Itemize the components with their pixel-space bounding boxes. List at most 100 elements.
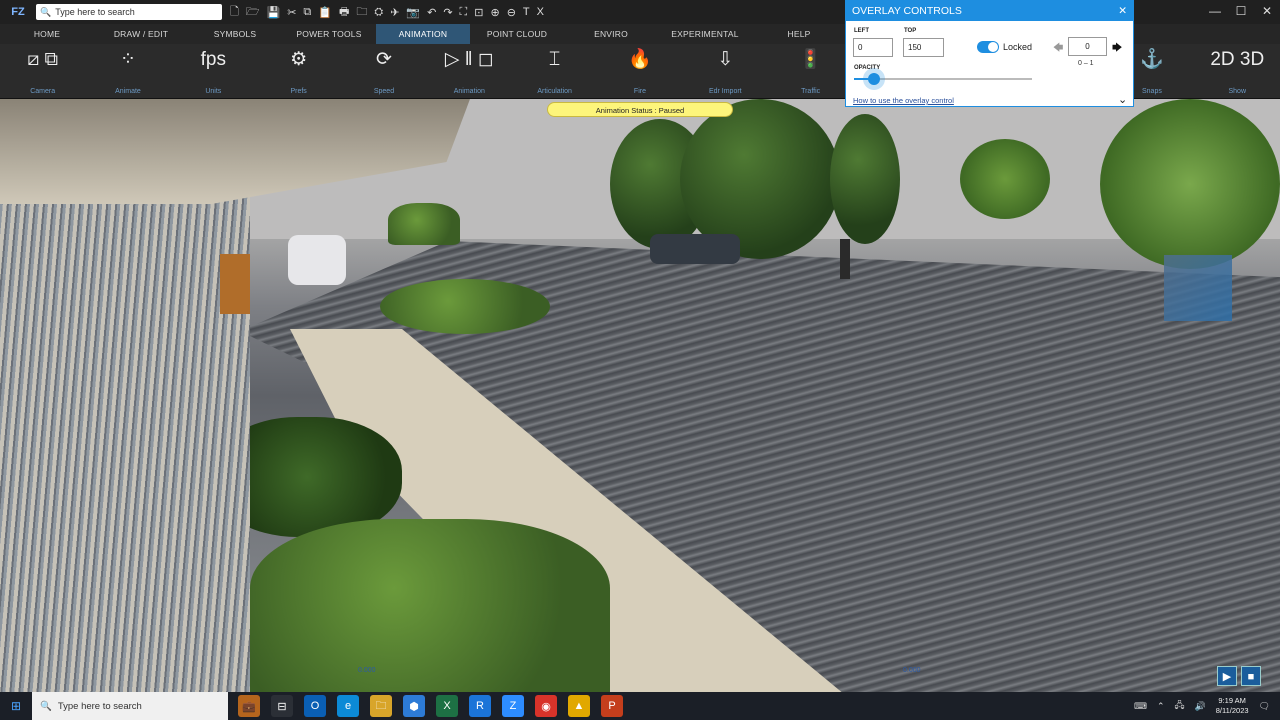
left-input[interactable]: 0 (853, 38, 893, 57)
ribbon-group-traffic[interactable]: 🚦 Traffic (768, 44, 853, 98)
arrow-left-icon[interactable]: 🡄 (1053, 41, 1063, 58)
tab-power-tools[interactable]: POWER TOOLS (282, 24, 376, 44)
quick-access-icon[interactable]: 📷 (406, 6, 420, 19)
ribbon-group-label: Units (205, 88, 222, 95)
traffic-icon: 🚦 (798, 49, 823, 70)
overlay-close-icon[interactable]: ✕ (1118, 5, 1127, 17)
stop-icon[interactable]: ■ (1241, 666, 1261, 686)
maximize-button[interactable]: ☐ (1228, 0, 1254, 24)
tab-draw-edit[interactable]: DRAW / EDIT (94, 24, 188, 44)
taskbar-app-icon[interactable]: X (436, 695, 458, 717)
minimize-button[interactable]: — (1202, 0, 1228, 24)
taskbar-search-placeholder: Type here to search (57, 700, 142, 712)
title-search-input[interactable]: 🔍 Type here to search (36, 4, 222, 20)
window-controls: — ☐ ✕ (1202, 0, 1280, 24)
quick-access-icon[interactable]: ⊖ (507, 6, 516, 19)
rotation-input[interactable]: 0 (1068, 37, 1107, 56)
taskbar-app-icon[interactable]: Z (502, 695, 524, 717)
taskbar-app-icon[interactable]: R (469, 695, 491, 717)
taskbar-app-icon[interactable]: ◉ (535, 695, 557, 717)
quick-access-icon[interactable]: ⛭ (374, 6, 383, 19)
taskbar-app-icon[interactable]: 💼 (238, 695, 260, 717)
ribbon-group-units[interactable]: fps Units (171, 44, 256, 98)
tab-help[interactable]: HELP (752, 24, 846, 44)
tab-animation[interactable]: ANIMATION (376, 24, 470, 44)
taskbar-app-icon[interactable]: e (337, 695, 359, 717)
app-logo[interactable]: FZ (0, 0, 36, 24)
overlay-header: OVERLAY CONTROLS ✕ (846, 1, 1133, 21)
quick-access-icon[interactable]: 📋 (318, 6, 332, 19)
tab-home[interactable]: HOME (0, 24, 94, 44)
taskbar-app-icon[interactable]: 🗀 (370, 695, 392, 717)
playback-controls: ▶ ■ (1217, 666, 1261, 686)
quick-access-icon[interactable]: ✈ (390, 6, 399, 19)
quick-access-icon[interactable]: ↶ (427, 6, 436, 19)
tab-enviro[interactable]: ENVIRO (564, 24, 658, 44)
ribbon-group-label: Camera (30, 88, 56, 95)
quick-access-icon[interactable]: ⧉ (303, 6, 311, 19)
quick-access-icon[interactable]: 🗁 (246, 3, 260, 22)
ribbon-group-animate[interactable]: ⁘ Animate (85, 44, 170, 98)
quick-access-icon[interactable]: ⊡ (474, 6, 483, 19)
ribbon-group-speed[interactable]: ⟳ Speed (341, 44, 426, 98)
arrow-right-icon[interactable]: 🡆 (1112, 41, 1122, 58)
quick-access-icon[interactable]: ⛶ (460, 6, 468, 19)
tab-experimental[interactable]: EXPERIMENTAL (658, 24, 752, 44)
notification-icon[interactable]: 🗨 (1259, 701, 1270, 712)
ribbon-group-fire[interactable]: 🔥 Fire (597, 44, 682, 98)
top-input[interactable]: 150 (903, 38, 944, 57)
taskbar-app-icon[interactable]: ▲ (568, 695, 590, 717)
quick-access-icon[interactable]: 💾 (267, 6, 281, 19)
chevron-up-icon[interactable]: ⌃ (1157, 701, 1165, 712)
quick-access-icon[interactable]: ↷ (443, 6, 452, 19)
search-placeholder: Type here to search (55, 7, 135, 17)
quick-access-icon[interactable]: X (537, 6, 544, 18)
ribbon-group-show[interactable]: 2D 3D Show (1195, 44, 1280, 98)
tab-symbols[interactable]: SYMBOLS (188, 24, 282, 44)
quick-access-icon[interactable]: 🗀 (356, 3, 367, 22)
taskbar-app-icon[interactable]: P (601, 695, 623, 717)
quick-access-icon[interactable]: ✂ (287, 6, 296, 19)
overlay-title: OVERLAY CONTROLS (852, 5, 962, 17)
quick-access-icon[interactable]: T (523, 6, 530, 18)
quick-access-icon[interactable]: ⊕ (490, 6, 499, 19)
ribbon-group-articulation[interactable]: ⌶ Articulation (512, 44, 597, 98)
chevron-down-icon[interactable]: ⌄ (1118, 93, 1127, 106)
camera-icon: ⧄ ⧉ (27, 49, 59, 70)
keyboard-icon[interactable]: ⌨ (1134, 701, 1147, 712)
coordinate-readout: 0.000 (358, 667, 376, 674)
locked-toggle[interactable] (977, 41, 999, 53)
ribbon-group-prefs[interactable]: ⚙ Prefs (256, 44, 341, 98)
windows-start-icon[interactable]: ⊞ (0, 699, 32, 713)
quick-access-icon[interactable]: 🗋 (230, 3, 239, 22)
fire-icon: 🔥 (628, 49, 652, 70)
taskbar-app-icon[interactable]: ⬢ (403, 695, 425, 717)
opacity-slider-thumb[interactable] (867, 73, 880, 85)
point-cloud-viewport[interactable]: 0.000 0.000 (0, 99, 1280, 692)
range-label: 0 – 1 (1078, 60, 1094, 67)
units-icon: fps (200, 49, 226, 70)
taskbar-app-icon[interactable]: O (304, 695, 326, 717)
ribbon-group-animation[interactable]: ▷ ‖ ◻ Animation (427, 44, 512, 98)
overlay-help-link[interactable]: How to use the overlay control (853, 96, 954, 105)
clock[interactable]: 9:19 AM 8/11/2023 (1216, 696, 1249, 716)
clock-date: 8/11/2023 (1215, 706, 1249, 715)
volume-icon[interactable]: 🔊 (1195, 701, 1206, 712)
animation-status-badge: Animation Status : Paused (547, 102, 733, 117)
ribbon-group-camera[interactable]: ⧄ ⧉ Camera (0, 44, 85, 98)
clock-time: 9:19 AM (1218, 696, 1246, 705)
opacity-slider-track[interactable] (854, 78, 1032, 80)
network-icon[interactable]: 🖧 (1174, 698, 1184, 714)
taskbar-app-icon[interactable]: ⊟ (271, 695, 293, 717)
navigation-cube[interactable] (1164, 255, 1232, 321)
play-icon[interactable]: ▶ (1217, 666, 1237, 686)
ribbon-group-edr-import[interactable]: ⇩ Edr Import (683, 44, 768, 98)
taskbar-search-input[interactable]: 🔍 Type here to search (32, 692, 228, 720)
tree (830, 114, 900, 244)
taskbar-apps: 💼 ⊟ Oe 🗀 ⬢ X R Z ◉ ▲ P (238, 695, 623, 717)
tab-point-cloud[interactable]: POINT CLOUD (470, 24, 564, 44)
animate-icon: ⁘ (120, 49, 136, 70)
top-label: TOP (904, 28, 917, 34)
close-button[interactable]: ✕ (1254, 0, 1280, 24)
quick-access-icon[interactable]: 🖶 (339, 3, 349, 22)
